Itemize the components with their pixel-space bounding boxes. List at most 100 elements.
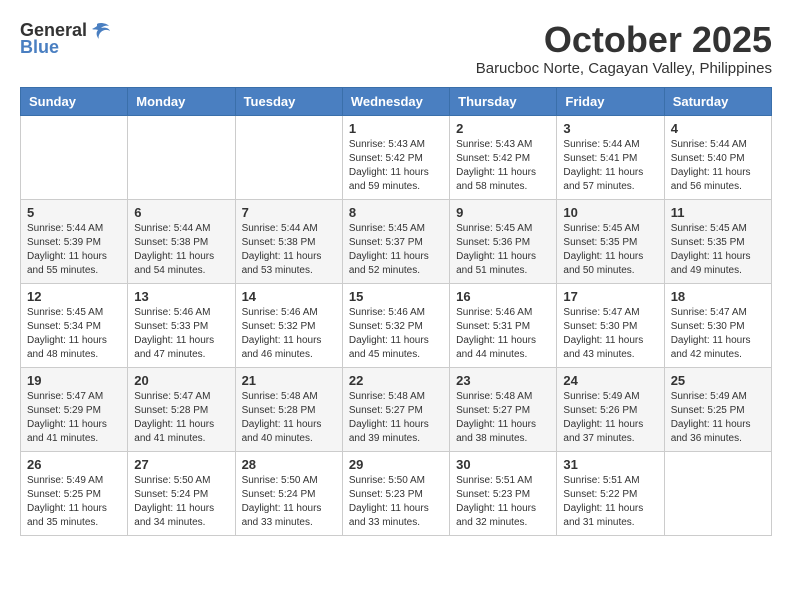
calendar-cell: 28Sunrise: 5:50 AMSunset: 5:24 PMDayligh…: [235, 451, 342, 535]
logo-bird-icon: [89, 22, 111, 40]
day-info: Sunrise: 5:47 AMSunset: 5:30 PMDaylight:…: [563, 306, 657, 362]
day-info: Sunrise: 5:51 AMSunset: 5:22 PMDaylight:…: [563, 474, 657, 530]
calendar-cell: 7 Sunrise: 5:44 AMSunset: 5:38 PMDaylight…: [235, 199, 342, 283]
day-info: Sunrise: 5:50 AMSunset: 5:23 PMDaylight:…: [349, 474, 443, 530]
calendar-cell: 3Sunrise: 5:44 AMSunset: 5:41 PMDaylight…: [557, 115, 664, 199]
day-number: 25: [671, 373, 765, 388]
calendar-cell: 27 Sunrise: 5:50 AMSunset: 5:24 PMDayligh…: [128, 451, 235, 535]
day-number: 29: [349, 457, 443, 472]
day-info: Sunrise: 5:44 AMSunset: 5:38 PMDaylight:…: [134, 222, 228, 278]
location-subtitle: Barucboc Norte, Cagayan Valley, Philippi…: [476, 60, 772, 77]
calendar-cell: 15 Sunrise: 5:46 AMSunset: 5:32 PMDayligh…: [342, 283, 449, 367]
day-info: Sunrise: 5:50 AMSunset: 5:24 PMDaylight:…: [134, 474, 228, 530]
day-number: 22: [349, 373, 443, 388]
calendar-cell: 16 Sunrise: 5:46 AMSunset: 5:31 PMDayligh…: [450, 283, 557, 367]
day-info: Sunrise: 5:49 AMSunset: 5:26 PMDaylight:…: [563, 390, 657, 446]
calendar-cell: 9 Sunrise: 5:45 AMSunset: 5:36 PMDaylight…: [450, 199, 557, 283]
calendar-cell: 22 Sunrise: 5:48 AMSunset: 5:27 PMDayligh…: [342, 367, 449, 451]
logo: General Blue: [20, 20, 111, 58]
day-number: 8: [349, 205, 443, 220]
day-number: 18: [671, 289, 765, 304]
day-number: 15: [349, 289, 443, 304]
day-info: Sunrise: 5:45 AMSunset: 5:35 PMDaylight:…: [563, 222, 657, 278]
calendar-table: SundayMondayTuesdayWednesdayThursdayFrid…: [20, 87, 772, 536]
calendar-cell: 20 Sunrise: 5:47 AMSunset: 5:28 PMDayligh…: [128, 367, 235, 451]
day-number: 31: [563, 457, 657, 472]
calendar-cell: 10 Sunrise: 5:45 AMSunset: 5:35 PMDayligh…: [557, 199, 664, 283]
calendar-cell: 30 Sunrise: 5:51 AMSunset: 5:23 PMDayligh…: [450, 451, 557, 535]
calendar-cell: 19 Sunrise: 5:47 AMSunset: 5:29 PMDayligh…: [21, 367, 128, 451]
calendar-cell: 12 Sunrise: 5:45 AMSunset: 5:34 PMDayligh…: [21, 283, 128, 367]
calendar-cell: 29 Sunrise: 5:50 AMSunset: 5:23 PMDayligh…: [342, 451, 449, 535]
calendar-cell: 23 Sunrise: 5:48 AMSunset: 5:27 PMDayligh…: [450, 367, 557, 451]
calendar-cell: 1 Sunrise: 5:43 AMSunset: 5:42 PMDaylight…: [342, 115, 449, 199]
day-info: Sunrise: 5:44 AMSunset: 5:39 PMDaylight:…: [27, 222, 121, 278]
logo-blue-text: Blue: [20, 37, 59, 58]
day-number: 30: [456, 457, 550, 472]
day-number: 19: [27, 373, 121, 388]
day-number: 9: [456, 205, 550, 220]
calendar-header-row: SundayMondayTuesdayWednesdayThursdayFrid…: [21, 87, 772, 115]
calendar-cell: 14 Sunrise: 5:46 AMSunset: 5:32 PMDayligh…: [235, 283, 342, 367]
day-number: 10: [563, 205, 657, 220]
calendar-day-header: Saturday: [664, 87, 771, 115]
calendar-cell: [128, 115, 235, 199]
day-number: 27: [134, 457, 228, 472]
day-number: 26: [27, 457, 121, 472]
calendar-cell: 5 Sunrise: 5:44 AMSunset: 5:39 PMDaylight…: [21, 199, 128, 283]
day-info: Sunrise: 5:47 AMSunset: 5:28 PMDaylight:…: [134, 390, 228, 446]
day-number: 13: [134, 289, 228, 304]
calendar-cell: [664, 451, 771, 535]
day-info: Sunrise: 5:46 AMSunset: 5:31 PMDaylight:…: [456, 306, 550, 362]
calendar-cell: 13Sunrise: 5:46 AMSunset: 5:33 PMDayligh…: [128, 283, 235, 367]
calendar-day-header: Sunday: [21, 87, 128, 115]
day-number: 24: [563, 373, 657, 388]
day-number: 28: [242, 457, 336, 472]
month-title: October 2025: [476, 20, 772, 60]
day-info: Sunrise: 5:44 AMSunset: 5:38 PMDaylight:…: [242, 222, 336, 278]
day-info: Sunrise: 5:48 AMSunset: 5:28 PMDaylight:…: [242, 390, 336, 446]
day-info: Sunrise: 5:46 AMSunset: 5:32 PMDaylight:…: [242, 306, 336, 362]
day-number: 12: [27, 289, 121, 304]
day-info: Sunrise: 5:43 AMSunset: 5:42 PMDaylight:…: [349, 138, 443, 194]
calendar-cell: 25Sunrise: 5:49 AMSunset: 5:25 PMDayligh…: [664, 367, 771, 451]
calendar-day-header: Wednesday: [342, 87, 449, 115]
day-number: 23: [456, 373, 550, 388]
day-info: Sunrise: 5:48 AMSunset: 5:27 PMDaylight:…: [456, 390, 550, 446]
day-info: Sunrise: 5:46 AMSunset: 5:32 PMDaylight:…: [349, 306, 443, 362]
day-info: Sunrise: 5:48 AMSunset: 5:27 PMDaylight:…: [349, 390, 443, 446]
day-number: 1: [349, 121, 443, 136]
calendar-cell: 2Sunrise: 5:43 AMSunset: 5:42 PMDaylight…: [450, 115, 557, 199]
day-number: 16: [456, 289, 550, 304]
day-info: Sunrise: 5:47 AMSunset: 5:29 PMDaylight:…: [27, 390, 121, 446]
calendar-day-header: Friday: [557, 87, 664, 115]
day-number: 4: [671, 121, 765, 136]
day-info: Sunrise: 5:49 AMSunset: 5:25 PMDaylight:…: [27, 474, 121, 530]
calendar-cell: 26 Sunrise: 5:49 AMSunset: 5:25 PMDayligh…: [21, 451, 128, 535]
title-section: October 2025 Barucboc Norte, Cagayan Val…: [476, 20, 772, 77]
calendar-cell: 17 Sunrise: 5:47 AMSunset: 5:30 PMDayligh…: [557, 283, 664, 367]
calendar-cell: 11Sunrise: 5:45 AMSunset: 5:35 PMDayligh…: [664, 199, 771, 283]
day-number: 14: [242, 289, 336, 304]
day-number: 3: [563, 121, 657, 136]
calendar-cell: 8 Sunrise: 5:45 AMSunset: 5:37 PMDaylight…: [342, 199, 449, 283]
calendar-cell: [235, 115, 342, 199]
day-info: Sunrise: 5:44 AMSunset: 5:40 PMDaylight:…: [671, 138, 765, 194]
day-number: 20: [134, 373, 228, 388]
day-info: Sunrise: 5:45 AMSunset: 5:36 PMDaylight:…: [456, 222, 550, 278]
calendar-week-row: 1 Sunrise: 5:43 AMSunset: 5:42 PMDaylight…: [21, 115, 772, 199]
day-number: 11: [671, 205, 765, 220]
calendar-cell: 21 Sunrise: 5:48 AMSunset: 5:28 PMDayligh…: [235, 367, 342, 451]
calendar-cell: [21, 115, 128, 199]
day-info: Sunrise: 5:51 AMSunset: 5:23 PMDaylight:…: [456, 474, 550, 530]
calendar-day-header: Tuesday: [235, 87, 342, 115]
day-number: 21: [242, 373, 336, 388]
calendar-day-header: Thursday: [450, 87, 557, 115]
page-header: General Blue October 2025 Barucboc Norte…: [20, 20, 772, 77]
day-info: Sunrise: 5:45 AMSunset: 5:37 PMDaylight:…: [349, 222, 443, 278]
calendar-week-row: 26 Sunrise: 5:49 AMSunset: 5:25 PMDayligh…: [21, 451, 772, 535]
day-number: 5: [27, 205, 121, 220]
day-info: Sunrise: 5:45 AMSunset: 5:34 PMDaylight:…: [27, 306, 121, 362]
day-number: 7: [242, 205, 336, 220]
day-number: 17: [563, 289, 657, 304]
